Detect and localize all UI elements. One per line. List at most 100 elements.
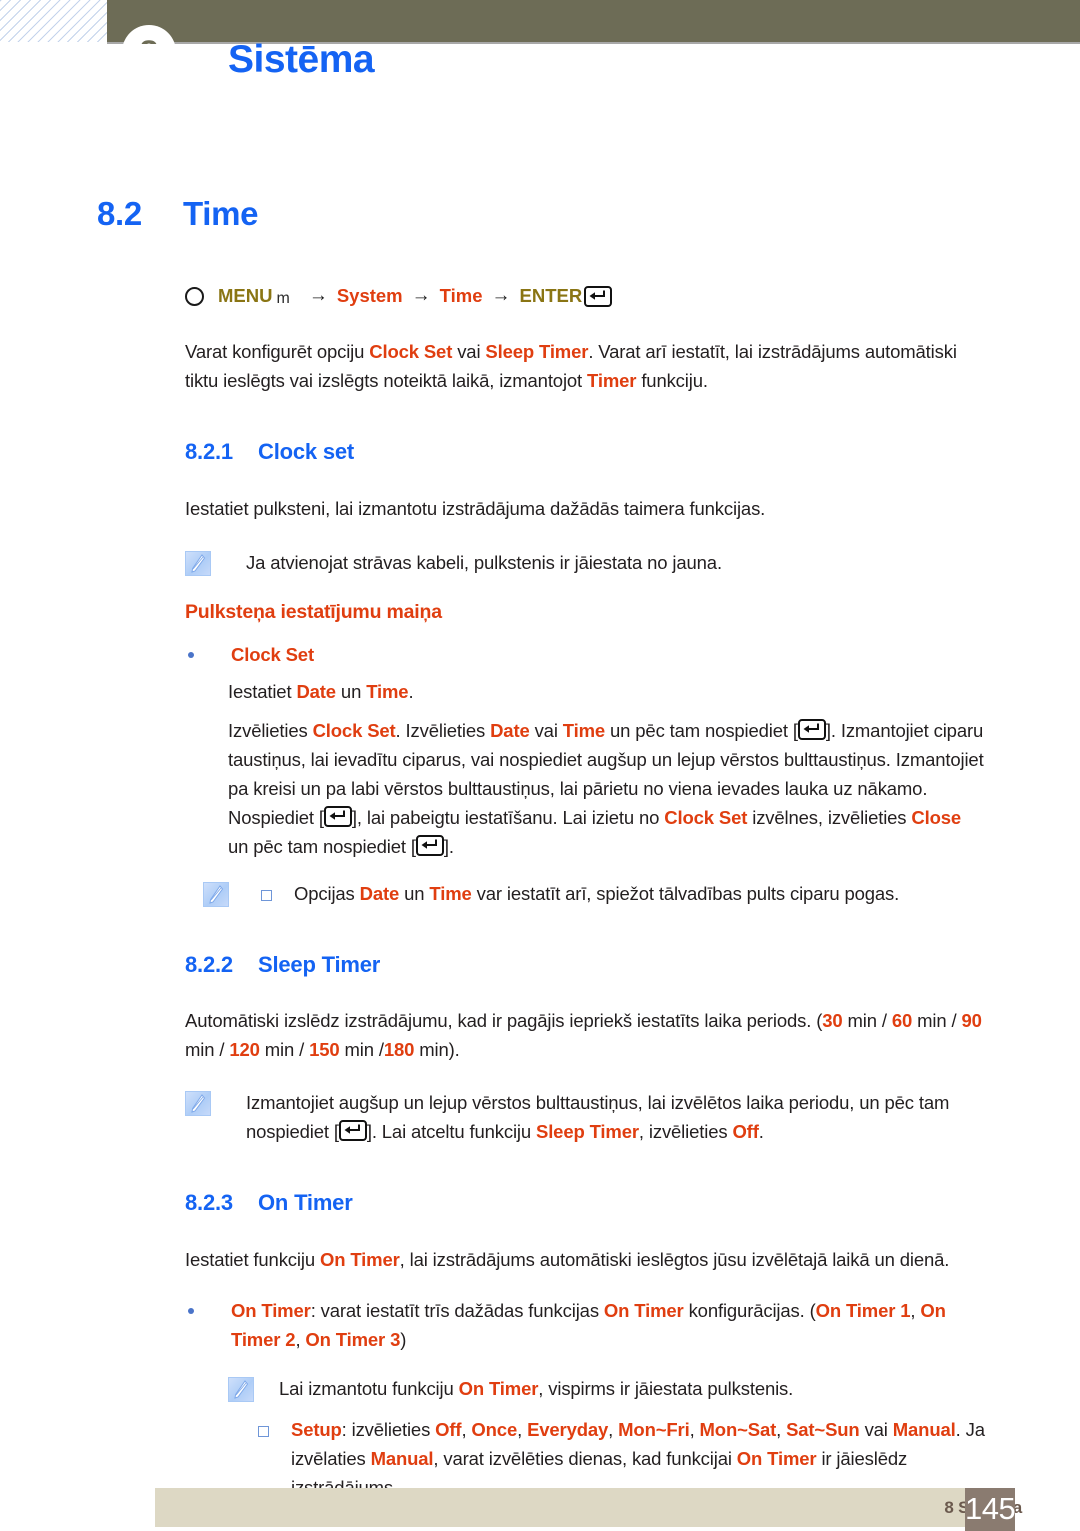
bullet-dot-icon — [188, 652, 194, 658]
setup-a: : izvēlieties — [341, 1419, 436, 1440]
enter-label: ENTER — [519, 285, 583, 306]
setup-option-mon-sat: Mon~Sat — [699, 1419, 777, 1440]
s821-line1-a: Iestatiet — [228, 681, 297, 702]
s821-para-hl-close: Close — [911, 807, 962, 828]
subsection-title-823: On Timer — [258, 1190, 353, 1215]
arrow-icon-2: → — [411, 285, 431, 306]
s822-value-180: 180 — [383, 1039, 415, 1060]
setup-sep-1: , — [461, 1419, 472, 1440]
note-pen-icon — [185, 551, 211, 576]
s823-bullet-hl-on-timer-3: On Timer 3 — [305, 1329, 401, 1350]
s821-para-hl-clock-set-1: Clock Set — [312, 720, 396, 741]
note-823-text: Lai izmantotu funkciju On Timer, vispirm… — [279, 1374, 793, 1403]
note-821-2-text: Opcijas Date un Time var iestatīt arī, s… — [294, 879, 899, 908]
setup-option-off: Off — [435, 1419, 462, 1440]
setup-option-manual: Manual — [892, 1419, 956, 1440]
setup-option-on-timer: On Timer — [736, 1448, 817, 1469]
note-822-c: , izvēlieties — [638, 1121, 733, 1142]
s823-bullet-hl-on-timer-1: On Timer 1 — [815, 1300, 911, 1321]
intro-text-4: funkciju. — [636, 370, 708, 391]
s823-bullet-e: ) — [400, 1329, 407, 1350]
s822-value-120: 120 — [229, 1039, 260, 1060]
note-821-2-hl-date: Date — [359, 883, 400, 904]
s821-para-a: Izvēlieties — [228, 720, 313, 741]
subsection-number-822: 8.2.2 — [185, 952, 233, 977]
bullet-clock-set: Clock Set — [185, 640, 990, 669]
note-pen-icon — [228, 1377, 254, 1402]
note-823-b: , vispirms ir jāiestata pulkstenis. — [538, 1378, 794, 1399]
setup-sep-3: , — [608, 1419, 619, 1440]
menu-label: MENU — [218, 285, 273, 306]
s823-intro-hl-on-timer: On Timer — [319, 1249, 400, 1270]
s821-para-d: un pēc tam nospiediet [ — [605, 720, 798, 741]
setup-option-everyday: Everyday — [527, 1419, 609, 1440]
s823-bullet-c: , — [910, 1300, 921, 1321]
setup-b: vai — [859, 1419, 893, 1440]
footer-bar — [155, 1488, 1015, 1527]
note-823-a: Lai izmantotu funkciju — [279, 1378, 459, 1399]
s821-para-h: un pēc tam nospiediet [ — [228, 836, 416, 857]
intro-hl-timer: Timer — [587, 370, 637, 391]
bullet-clock-set-label: Clock Set — [231, 644, 314, 665]
s822-value-60: 60 — [891, 1010, 913, 1031]
note-821-2-c: var iestatīt arī, spiežot tālvadības pul… — [471, 883, 900, 904]
note-823-hl-on-timer: On Timer — [458, 1378, 539, 1399]
subsection-number-821: 8.2.1 — [185, 439, 233, 464]
note-823: Lai izmantotu funkciju On Timer, vispirm… — [185, 1374, 985, 1403]
s821-para-i: ]. — [443, 836, 454, 857]
setup-option-manual-2: Manual — [370, 1448, 434, 1469]
section-title: Time — [183, 195, 259, 232]
note-821-1: Ja atvienojat strāvas kabeli, pulkstenis… — [185, 548, 985, 577]
bullet-circle-icon — [185, 286, 204, 306]
note-822-b: ]. Lai atceltu funkciju — [366, 1121, 536, 1142]
note-pen-icon — [185, 1091, 211, 1116]
note-821-2-b: un — [399, 883, 430, 904]
s821-line1-c: . — [408, 681, 414, 702]
s823-intro-a: Iestatiet funkciju — [185, 1249, 320, 1270]
s821-para-c: vai — [529, 720, 563, 741]
bullet-on-timer-text: On Timer: varat iestatīt trīs dažādas fu… — [231, 1296, 990, 1354]
section-heading: 8.2 Time — [97, 195, 1080, 233]
intro-hl-sleep-timer: Sleep Timer — [485, 341, 589, 362]
subsection-number-823: 8.2.3 — [185, 1190, 233, 1215]
s822-unit-5: min / — [339, 1039, 385, 1060]
menu-key-label: m — [276, 290, 290, 307]
intro-text-1: Varat konfigurēt opciju — [185, 341, 370, 362]
arrow-icon-3: → — [491, 285, 511, 306]
enter-key-icon — [415, 835, 444, 856]
s822-unit-2: min / — [912, 1010, 962, 1031]
setup-option-mon-fri: Mon~Fri — [618, 1419, 690, 1440]
arrow-icon-1: → — [308, 285, 328, 306]
s822-unit-3: min / — [185, 1039, 230, 1060]
s822-para-a: Automātiski izslēdz izstrādājumu, kad ir… — [185, 1010, 823, 1031]
s821-line1-hl-date: Date — [296, 681, 336, 702]
note-pen-icon — [203, 882, 229, 907]
menu-item-system: System — [336, 285, 403, 306]
note-822-d: . — [758, 1121, 764, 1142]
page-content: 8.2 Time MENU m → System → Time → ENTER V… — [0, 195, 1080, 1502]
setup-option-sat-sun: Sat~Sun — [786, 1419, 860, 1440]
note-821-1-text: Ja atvienojat strāvas kabeli, pulkstenis… — [246, 552, 722, 573]
footer-page-number: 145 — [965, 1491, 1016, 1526]
intro-text-2: vai — [452, 341, 486, 362]
s822-unit-6: min). — [414, 1039, 460, 1060]
enter-key-icon — [323, 806, 352, 827]
menu-path: MENU m → System → Time → ENTER — [185, 285, 1080, 307]
menu-item-time: Time — [439, 285, 483, 306]
setup-sep-2: , — [517, 1419, 528, 1440]
setup-d: , varat izvēlēties dienas, kad funkcijai — [433, 1448, 737, 1469]
chapter-title: Sistēma — [228, 38, 375, 81]
note-821-2: Opcijas Date un Time var iestatīt arī, s… — [185, 879, 985, 908]
setup-sep-5: , — [776, 1419, 787, 1440]
s821-para-hl-date: Date — [490, 720, 530, 741]
s822-unit-1: min / — [842, 1010, 892, 1031]
note-822-text: Izmantojiet augšup un lejup vērstos bult… — [246, 1088, 985, 1146]
note-822: Izmantojiet augšup un lejup vērstos bult… — [185, 1088, 985, 1146]
note-821-2-row: Opcijas Date un Time var iestatīt arī, s… — [261, 879, 899, 908]
note-821-2-hl-time: Time — [429, 883, 472, 904]
enter-key-icon — [797, 719, 826, 740]
setup-option-once: Once — [471, 1419, 518, 1440]
bullet-on-timer: On Timer: varat iestatīt trīs dažādas fu… — [185, 1296, 990, 1354]
s821-para-hl-time: Time — [562, 720, 606, 741]
s821-line1-b: un — [335, 681, 367, 702]
